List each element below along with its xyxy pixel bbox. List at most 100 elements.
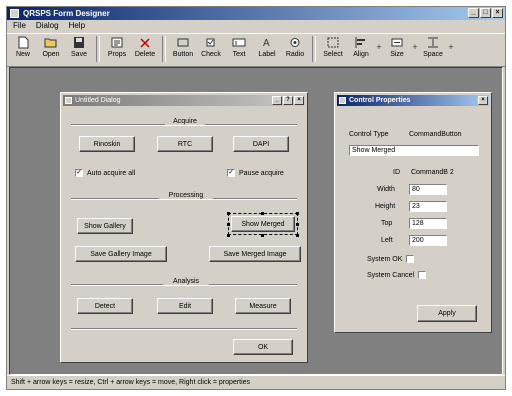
toolbar-space-tool[interactable]: Space — [419, 34, 447, 64]
top-field[interactable]: 128 — [409, 218, 447, 229]
width-field[interactable]: 80 — [409, 184, 447, 195]
app-titlebar[interactable]: QRSPS Form Designer _ □ × — [7, 7, 505, 20]
app-title: QRSPS Form Designer — [23, 9, 110, 18]
system-cancel-label: System Cancel — [367, 271, 415, 279]
width-label: Width — [377, 186, 395, 193]
toolbar-align-label: Align — [353, 51, 369, 58]
resize-handle[interactable] — [227, 212, 230, 215]
menu-help[interactable]: Help — [69, 20, 85, 32]
toolbar-open-button[interactable]: Open — [37, 34, 65, 64]
toolbar-radio-label: Radio — [285, 51, 305, 58]
rtc-button[interactable]: RTC — [157, 136, 213, 152]
pause-acquire-checkbox[interactable]: ✓ Pause acquire — [227, 169, 284, 177]
delete-icon — [140, 38, 150, 48]
save-gallery-image-button[interactable]: Save Gallery Image — [75, 246, 167, 262]
toolbar-expand-icon[interactable]: + — [375, 34, 383, 60]
minimize-icon[interactable]: _ — [272, 96, 282, 105]
dialog-icon — [339, 97, 346, 104]
checkbox-checked-icon: ✓ — [227, 169, 235, 177]
dapi-button[interactable]: DAPI — [233, 136, 289, 152]
checkbox-tool-icon — [206, 38, 215, 47]
system-ok-label: System OK — [367, 255, 403, 263]
toolbar-delete-label: Delete — [134, 51, 156, 58]
toolbar-align-tool[interactable]: Align — [347, 34, 375, 64]
ok-button[interactable]: OK — [233, 339, 293, 355]
help-icon[interactable]: ? — [283, 96, 293, 105]
resize-handle[interactable] — [261, 212, 264, 215]
toolbar-delete-button[interactable]: Delete — [131, 34, 159, 64]
toolbar-open-label: Open — [42, 51, 60, 58]
select-tool-icon — [327, 37, 339, 48]
section-label-acquire: Acquire — [165, 118, 205, 125]
toolbar-props-label: Props — [107, 51, 127, 58]
toolbar-expand-icon[interactable]: + — [447, 34, 455, 60]
caption-field[interactable]: Show Merged — [349, 145, 479, 156]
toolbar-save-button[interactable]: Save — [65, 34, 93, 64]
text-tool-icon — [232, 38, 246, 47]
resize-handle[interactable] — [296, 223, 299, 226]
label-tool-icon: A — [263, 38, 270, 49]
height-field[interactable]: 23 — [409, 201, 447, 212]
app-icon — [10, 9, 19, 18]
checkbox-checked-icon: ✓ — [75, 169, 83, 177]
maximize-icon[interactable]: □ — [480, 8, 491, 18]
toolbar-check-tool[interactable]: Check — [197, 34, 225, 64]
toolbar-select-tool[interactable]: Select — [319, 34, 347, 64]
resize-handle[interactable] — [296, 234, 299, 237]
system-cancel-checkbox[interactable]: System Cancel — [367, 271, 427, 279]
close-icon[interactable]: × — [492, 8, 503, 18]
height-label: Height — [375, 203, 396, 210]
toolbar-size-tool[interactable]: Size — [383, 34, 411, 64]
control-type-value: CommandButton — [409, 131, 462, 138]
toolbar-expand-icon[interactable]: + — [411, 34, 419, 60]
control-type-label: Control Type — [349, 131, 389, 138]
detect-button[interactable]: Detect — [77, 298, 133, 314]
menu-bar: File Dialog Help — [7, 20, 505, 32]
toolbar-props-button[interactable]: Props — [103, 34, 131, 64]
properties-window[interactable]: Control Properties × Control Type Comman… — [334, 92, 492, 333]
id-value: CommandB 2 — [411, 169, 454, 176]
toolbar-save-label: Save — [71, 51, 87, 58]
toolbar-size-label: Size — [390, 51, 404, 58]
radio-tool-icon — [290, 38, 300, 47]
menu-file[interactable]: File — [13, 20, 26, 32]
left-label: Left — [381, 237, 393, 244]
toolbar-space-label: Space — [423, 51, 443, 58]
resize-handle[interactable] — [227, 223, 230, 226]
form-dialog-title: Untitled Dialog — [75, 97, 121, 104]
resize-handle[interactable] — [227, 234, 230, 237]
toolbar-label-tool[interactable]: A Label — [253, 34, 281, 64]
system-ok-checkbox[interactable]: System OK — [367, 255, 415, 263]
open-folder-icon — [44, 38, 57, 48]
left-field[interactable]: 200 — [409, 235, 447, 246]
rinoskin-button[interactable]: Rinoskin — [79, 136, 135, 152]
edit-button[interactable]: Edit — [157, 298, 213, 314]
toolbar-text-tool[interactable]: Text — [225, 34, 253, 64]
apply-button[interactable]: Apply — [417, 305, 477, 322]
minimize-icon[interactable]: _ — [468, 8, 479, 18]
space-tool-icon — [428, 37, 438, 48]
show-merged-button[interactable]: Show Merged — [228, 213, 298, 235]
checkbox-unchecked-icon — [406, 255, 415, 263]
toolbar-radio-tool[interactable]: Radio — [281, 34, 309, 64]
measure-button[interactable]: Measure — [235, 298, 291, 314]
close-icon[interactable]: × — [478, 96, 488, 105]
auto-acquire-checkbox[interactable]: ✓ Auto acquire all — [75, 169, 135, 177]
resize-handle[interactable] — [261, 234, 264, 237]
toolbar-select-label: Select — [323, 51, 343, 58]
checkbox-unchecked-icon — [418, 271, 427, 279]
form-dialog-titlebar[interactable]: Untitled Dialog _ ? × — [63, 95, 305, 106]
form-dialog[interactable]: Untitled Dialog _ ? × Acquire Rinoskin R… — [60, 92, 308, 363]
design-workspace[interactable]: Untitled Dialog _ ? × Acquire Rinoskin R… — [9, 67, 503, 375]
save-disk-icon — [74, 37, 84, 48]
toolbar-button-tool[interactable]: Button — [169, 34, 197, 64]
toolbar-new-button[interactable]: New — [9, 34, 37, 64]
save-merged-image-button[interactable]: Save Merged Image — [209, 246, 301, 262]
properties-titlebar[interactable]: Control Properties × — [337, 95, 489, 106]
show-gallery-button[interactable]: Show Gallery — [77, 218, 133, 234]
resize-handle[interactable] — [296, 212, 299, 215]
toolbar-separator — [96, 36, 100, 62]
menu-dialog[interactable]: Dialog — [36, 20, 59, 32]
toolbar-new-label: New — [15, 51, 30, 58]
close-icon[interactable]: × — [294, 96, 304, 105]
